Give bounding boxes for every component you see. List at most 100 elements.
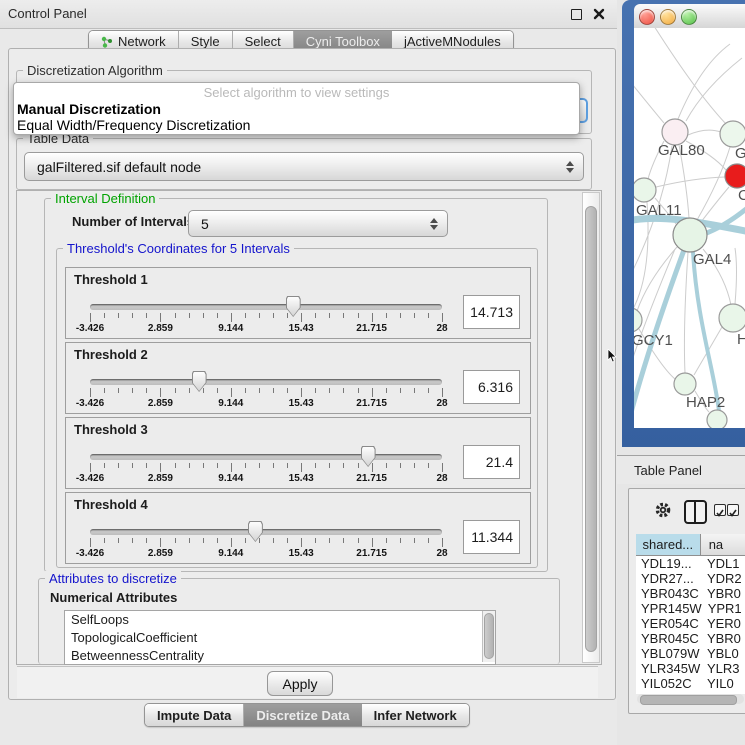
- table-cell-name[interactable]: YBL0: [701, 646, 745, 661]
- table-row[interactable]: YBR043CYBR0: [636, 586, 745, 601]
- column-header-name[interactable]: na: [701, 534, 745, 556]
- apply-button[interactable]: Apply: [267, 671, 333, 696]
- slider-track[interactable]: [90, 454, 442, 460]
- slider-major-tick: [442, 463, 443, 472]
- table-data-combo[interactable]: galFiltered.sif default node: [24, 152, 584, 181]
- list-item[interactable]: SelfLoops: [65, 611, 495, 629]
- network-node[interactable]: [707, 410, 727, 428]
- table-cell-name[interactable]: YBR0: [701, 586, 745, 601]
- list-item[interactable]: BetweennessCentrality: [65, 647, 495, 665]
- table-cell-shared-name[interactable]: YPR145W: [636, 601, 702, 616]
- table-row[interactable]: YBR045CYBR0: [636, 631, 745, 646]
- network-edge[interactable]: [735, 248, 737, 304]
- slider-thumb[interactable]: [192, 371, 207, 392]
- slider-minor-tick: [400, 313, 401, 318]
- slider-minor-tick: [358, 388, 359, 393]
- numerical-attributes-list[interactable]: SelfLoopsTopologicalCoefficientBetweenne…: [64, 610, 496, 665]
- close-icon[interactable]: [593, 8, 605, 20]
- table-row[interactable]: YPR145WYPR1: [636, 601, 745, 616]
- table-panel-title: Table Panel: [634, 463, 702, 478]
- list-item[interactable]: TopologicalCoefficient: [65, 629, 495, 647]
- tab-discretize-data[interactable]: Discretize Data: [244, 704, 361, 726]
- split-columns-icon[interactable]: [684, 500, 707, 524]
- tab-infer-network[interactable]: Infer Network: [362, 704, 469, 726]
- slider-track[interactable]: [90, 529, 442, 535]
- checkbox-select-all-icon[interactable]: [714, 504, 726, 516]
- gear-icon[interactable]: [654, 501, 672, 519]
- table-data-combo-value: galFiltered.sif default node: [25, 159, 583, 175]
- network-node-label: GA: [735, 145, 745, 162]
- table-row[interactable]: YBL079WYBL0: [636, 646, 745, 661]
- table-row[interactable]: YLR345WYLR3: [636, 661, 745, 676]
- network-node[interactable]: [634, 308, 642, 332]
- network-node[interactable]: [634, 178, 656, 202]
- list-scrollbar-thumb[interactable]: [484, 613, 494, 659]
- tab-impute-data[interactable]: Impute Data: [145, 704, 244, 726]
- table-row[interactable]: YIL052CYIL0: [636, 676, 745, 691]
- slider-tick-label: -3.426: [76, 323, 104, 334]
- slider-track[interactable]: [90, 304, 442, 310]
- table-cell-shared-name[interactable]: YDL19...: [636, 556, 701, 571]
- slider-minor-tick: [329, 388, 330, 393]
- table-row[interactable]: YER054CYER0: [636, 616, 745, 631]
- table-cell-name[interactable]: YDR2: [701, 571, 745, 586]
- table-row[interactable]: YDL19...YDL1: [636, 556, 745, 571]
- network-edge[interactable]: [684, 252, 688, 373]
- close-traffic-light-icon[interactable]: [639, 9, 655, 25]
- threshold-value-field[interactable]: 21.4: [463, 445, 520, 479]
- network-view-window[interactable]: GAL80GACGAL11GAL4GCY1HHAP2: [622, 0, 745, 447]
- slider-minor-tick: [175, 313, 176, 318]
- table-row[interactable]: YDR27...YDR2: [636, 571, 745, 586]
- threshold-value-field[interactable]: 6.316: [463, 370, 520, 404]
- table-cell-shared-name[interactable]: YBR043C: [636, 586, 701, 601]
- algorithm-option-manual[interactable]: Manual Discretization: [17, 101, 161, 117]
- checkbox-select-icon[interactable]: [727, 504, 739, 516]
- zoom-traffic-light-icon[interactable]: [681, 9, 697, 25]
- network-canvas[interactable]: GAL80GACGAL11GAL4GCY1HHAP2: [634, 28, 745, 428]
- network-window-titlebar[interactable]: [634, 4, 745, 29]
- network-node[interactable]: [725, 164, 745, 188]
- control-panel-titlebar: Control Panel: [0, 0, 617, 29]
- algorithm-option-equal-width[interactable]: Equal Width/Frequency Discretization: [17, 117, 250, 133]
- network-edge[interactable]: [688, 130, 721, 135]
- table-cell-name[interactable]: YPR1: [702, 601, 745, 616]
- network-edge-thick[interactable]: [693, 252, 719, 411]
- slider-thumb[interactable]: [361, 446, 376, 467]
- slider-minor-tick: [104, 538, 105, 543]
- network-node[interactable]: [674, 373, 696, 395]
- table-cell-name[interactable]: YBR0: [701, 631, 745, 646]
- minimize-traffic-light-icon[interactable]: [660, 9, 676, 25]
- network-edge[interactable]: [686, 58, 742, 121]
- threshold-value-field[interactable]: 11.344: [463, 520, 520, 554]
- table-cell-name[interactable]: YLR3: [701, 661, 745, 676]
- network-edge[interactable]: [654, 28, 726, 124]
- network-node[interactable]: [719, 304, 745, 332]
- network-edge[interactable]: [634, 84, 664, 123]
- slider-minor-tick: [428, 313, 429, 318]
- main-scrollbar-thumb[interactable]: [585, 206, 597, 652]
- number-of-intervals-label: Number of Intervals: [72, 214, 194, 229]
- column-header-shared-name[interactable]: shared...: [636, 534, 701, 556]
- network-node[interactable]: [720, 121, 745, 147]
- slider-major-tick: [372, 538, 373, 547]
- table-cell-shared-name[interactable]: YDR27...: [636, 571, 701, 586]
- threshold-value-field[interactable]: 14.713: [463, 295, 520, 329]
- table-cell-shared-name[interactable]: YBR045C: [636, 631, 701, 646]
- number-of-intervals-combo[interactable]: 5: [188, 210, 448, 237]
- slider-tick-label: 21.715: [356, 473, 387, 484]
- table-cell-name[interactable]: YER0: [701, 616, 745, 631]
- slider-thumb[interactable]: [248, 521, 263, 542]
- slider-track[interactable]: [90, 379, 442, 385]
- table-cell-shared-name[interactable]: YBL079W: [636, 646, 701, 661]
- algorithm-placeholder-option[interactable]: Select algorithm to view settings: [14, 85, 579, 100]
- table-cell-name[interactable]: YIL0: [701, 676, 745, 691]
- network-node[interactable]: [673, 218, 707, 252]
- table-cell-shared-name[interactable]: YIL052C: [636, 676, 701, 691]
- table-cell-name[interactable]: YDL1: [701, 556, 745, 571]
- float-window-icon[interactable]: [571, 9, 582, 20]
- slider-minor-tick: [175, 463, 176, 468]
- table-cell-shared-name[interactable]: YLR345W: [636, 661, 701, 676]
- network-edge[interactable]: [678, 44, 730, 119]
- table-hscrollbar-thumb[interactable]: [640, 695, 737, 705]
- table-cell-shared-name[interactable]: YER054C: [636, 616, 701, 631]
